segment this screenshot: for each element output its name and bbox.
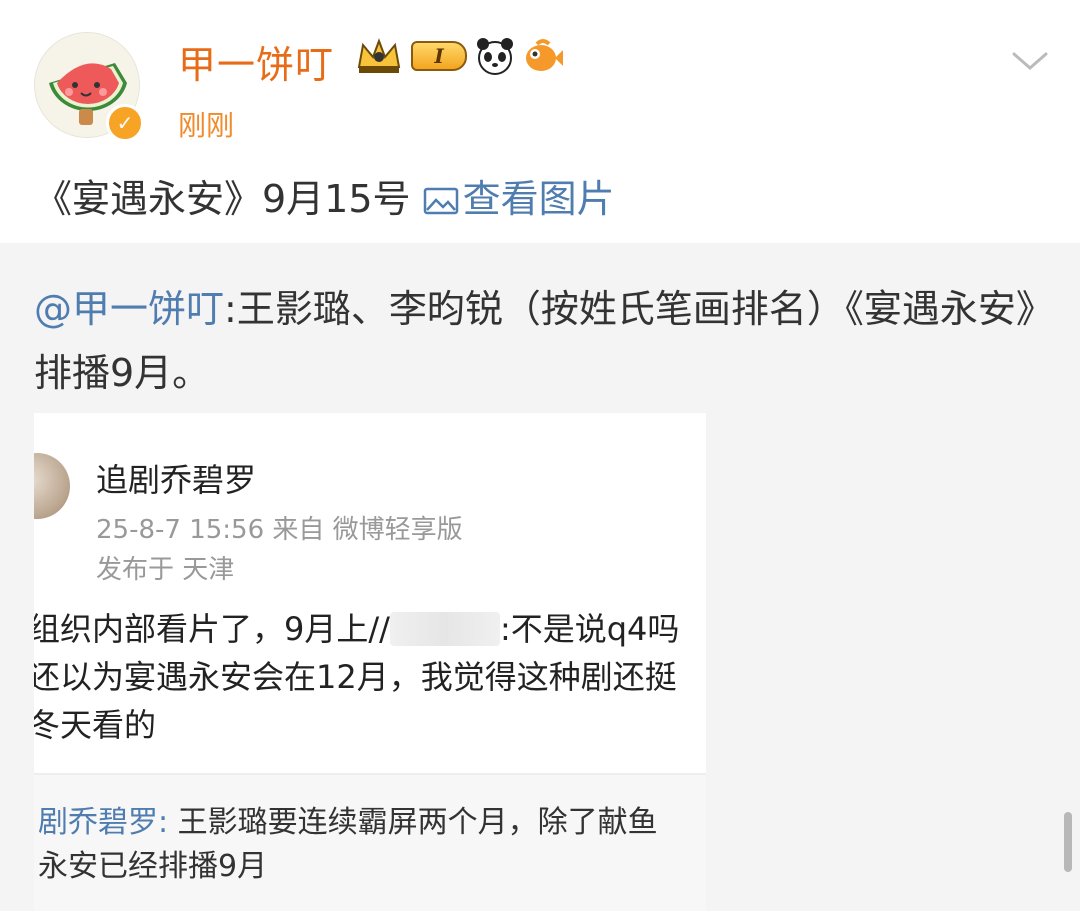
fish-icon[interactable] [523,36,563,76]
comment-line1: 王影璐要连续霸屏两个月，除了献鱼 [168,805,658,840]
view-pictures-label: 查看图片 [462,177,615,221]
post-content: 《宴遇永安》9月15号 查看图片 [34,168,615,223]
body-line1-a: 组织内部看片了，9月上// [34,610,390,648]
mention-link[interactable]: @甲一饼叮 [34,287,224,331]
chevron-down-icon[interactable] [1010,46,1050,76]
screenshot-username: 追剧乔碧罗 [96,461,257,499]
body-line1-b: :不是说q4吗 [499,610,680,648]
body-line2: 还以为宴遇永安会在12月，我觉得这种剧还挺 [34,658,677,696]
screenshot-meta: 25-8-7 15:56 来自 微博轻享版 [96,515,463,545]
screenshot-comment: 剧乔碧罗: 王影璐要连续霸屏两个月，除了献鱼 永安已经排播9月 [38,801,706,889]
post-timestamp: 刚刚 [178,109,235,142]
avatar [34,453,70,519]
user-badges: I [355,36,563,76]
screenshot-body: 组织内部看片了，9月上// :不是说q4吗 还以为宴遇永安会在12月，我觉得这种剧… [34,605,706,749]
repost-container[interactable]: @甲一饼叮:王影璐、李昀锐（按姓氏笔画排名）《宴遇永安》排播9月。 追剧乔碧罗 … [0,243,1080,911]
view-pictures-link[interactable]: 查看图片 [423,177,615,221]
post-header: ✓ 甲一饼叮 I 刚刚 [0,0,1080,160]
level-badge[interactable]: I [411,41,467,71]
blurred-name [389,612,500,646]
image-icon [423,187,458,215]
repost-text: @甲一饼叮:王影璐、李昀锐（按姓氏笔画排名）《宴遇永安》排播9月。 [34,277,1054,405]
scrollbar-thumb[interactable] [1064,812,1072,872]
verified-icon: ✓ [106,104,144,142]
body-line3: 冬天看的 [34,706,157,744]
comment-line2: 永安已经排播9月 [38,849,268,884]
panda-icon[interactable] [475,36,515,76]
screenshot-location: 发布于 天津 [96,555,235,585]
crown-badge-icon[interactable] [355,37,403,75]
comment-author: 剧乔碧罗: [38,805,169,840]
repost-image[interactable]: 追剧乔碧罗 25-8-7 15:56 来自 微博轻享版 发布于 天津 组织内部看… [34,413,706,911]
post-text: 《宴遇永安》9月15号 [34,177,411,221]
author-name[interactable]: 甲一饼叮 [178,34,334,89]
